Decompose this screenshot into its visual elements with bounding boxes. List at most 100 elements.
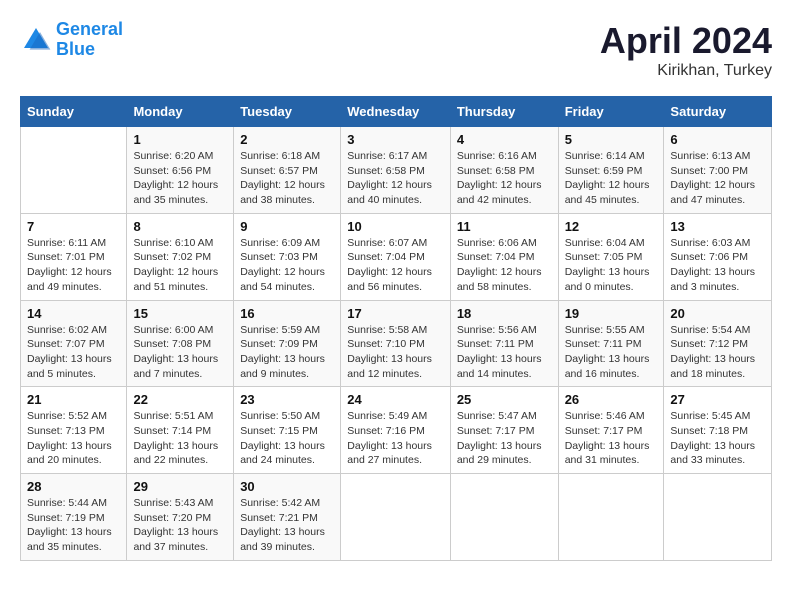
- day-info: Sunrise: 6:20 AM Sunset: 6:56 PM Dayligh…: [133, 149, 227, 208]
- calendar-cell: 24 Sunrise: 5:49 AM Sunset: 7:16 PM Dayli…: [341, 387, 451, 474]
- day-number: 17: [347, 306, 444, 321]
- day-info: Sunrise: 5:45 AM Sunset: 7:18 PM Dayligh…: [670, 409, 765, 468]
- calendar-cell: 17 Sunrise: 5:58 AM Sunset: 7:10 PM Dayli…: [341, 300, 451, 387]
- calendar-cell: 8Sunrise: 6:10 AM Sunset: 7:02 PM Daylig…: [127, 213, 234, 300]
- day-number: 29: [133, 479, 227, 494]
- calendar-cell: 25 Sunrise: 5:47 AM Sunset: 7:17 PM Dayli…: [450, 387, 558, 474]
- day-number: 24: [347, 392, 444, 407]
- day-info: Sunrise: 6:18 AM Sunset: 6:57 PM Dayligh…: [240, 149, 334, 208]
- day-number: 27: [670, 392, 765, 407]
- day-number: 13: [670, 219, 765, 234]
- logo-text: General Blue: [56, 20, 123, 60]
- day-number: 7: [27, 219, 120, 234]
- day-number: 21: [27, 392, 120, 407]
- logo-icon: [20, 24, 52, 56]
- calendar-cell: 21Sunrise: 5:52 AM Sunset: 7:13 PM Dayli…: [21, 387, 127, 474]
- calendar-cell: 1Sunrise: 6:20 AM Sunset: 6:56 PM Daylig…: [127, 127, 234, 214]
- calendar-cell: 28 Sunrise: 5:44 AM Sunset: 7:19 PM Dayli…: [21, 474, 127, 561]
- calendar-cell: 15 Sunrise: 6:00 AM Sunset: 7:08 PM Dayli…: [127, 300, 234, 387]
- calendar-cell: 26 Sunrise: 5:46 AM Sunset: 7:17 PM Dayli…: [558, 387, 664, 474]
- calendar-cell: 6 Sunrise: 6:13 AM Sunset: 7:00 PM Daylig…: [664, 127, 772, 214]
- day-info: Sunrise: 6:14 AM Sunset: 6:59 PM Dayligh…: [565, 149, 658, 208]
- location-title: Kirikhan, Turkey: [600, 62, 772, 80]
- day-number: 30: [240, 479, 334, 494]
- calendar-cell: 23 Sunrise: 5:50 AM Sunset: 7:15 PM Dayli…: [234, 387, 341, 474]
- day-info: Sunrise: 5:54 AM Sunset: 7:12 PM Dayligh…: [670, 323, 765, 382]
- day-info: Sunrise: 6:02 AM Sunset: 7:07 PM Dayligh…: [27, 323, 120, 382]
- calendar-week-row: 28 Sunrise: 5:44 AM Sunset: 7:19 PM Dayli…: [21, 474, 772, 561]
- day-number: 25: [457, 392, 552, 407]
- day-info: Sunrise: 5:59 AM Sunset: 7:09 PM Dayligh…: [240, 323, 334, 382]
- day-number: 12: [565, 219, 658, 234]
- day-info: Sunrise: 6:04 AM Sunset: 7:05 PM Dayligh…: [565, 236, 658, 295]
- calendar-cell: 10 Sunrise: 6:07 AM Sunset: 7:04 PM Dayli…: [341, 213, 451, 300]
- col-header-saturday: Saturday: [664, 97, 772, 127]
- calendar-week-row: 14 Sunrise: 6:02 AM Sunset: 7:07 PM Dayli…: [21, 300, 772, 387]
- calendar-week-row: 1Sunrise: 6:20 AM Sunset: 6:56 PM Daylig…: [21, 127, 772, 214]
- day-number: 16: [240, 306, 334, 321]
- col-header-friday: Friday: [558, 97, 664, 127]
- calendar-cell: 20 Sunrise: 5:54 AM Sunset: 7:12 PM Dayli…: [664, 300, 772, 387]
- calendar-cell: 11Sunrise: 6:06 AM Sunset: 7:04 PM Dayli…: [450, 213, 558, 300]
- calendar-cell: [450, 474, 558, 561]
- col-header-tuesday: Tuesday: [234, 97, 341, 127]
- calendar-cell: 13Sunrise: 6:03 AM Sunset: 7:06 PM Dayli…: [664, 213, 772, 300]
- day-info: Sunrise: 5:50 AM Sunset: 7:15 PM Dayligh…: [240, 409, 334, 468]
- day-number: 22: [133, 392, 227, 407]
- calendar-cell: 18 Sunrise: 5:56 AM Sunset: 7:11 PM Dayli…: [450, 300, 558, 387]
- calendar-week-row: 7 Sunrise: 6:11 AM Sunset: 7:01 PM Daylig…: [21, 213, 772, 300]
- calendar-cell: 19 Sunrise: 5:55 AM Sunset: 7:11 PM Dayli…: [558, 300, 664, 387]
- calendar-week-row: 21Sunrise: 5:52 AM Sunset: 7:13 PM Dayli…: [21, 387, 772, 474]
- col-header-sunday: Sunday: [21, 97, 127, 127]
- calendar-table: SundayMondayTuesdayWednesdayThursdayFrid…: [20, 96, 772, 561]
- day-number: 5: [565, 132, 658, 147]
- logo: General Blue: [20, 20, 123, 60]
- calendar-cell: 14 Sunrise: 6:02 AM Sunset: 7:07 PM Dayli…: [21, 300, 127, 387]
- day-info: Sunrise: 5:47 AM Sunset: 7:17 PM Dayligh…: [457, 409, 552, 468]
- day-info: Sunrise: 6:11 AM Sunset: 7:01 PM Dayligh…: [27, 236, 120, 295]
- day-info: Sunrise: 5:43 AM Sunset: 7:20 PM Dayligh…: [133, 496, 227, 555]
- calendar-cell: 22Sunrise: 5:51 AM Sunset: 7:14 PM Dayli…: [127, 387, 234, 474]
- calendar-cell: 27 Sunrise: 5:45 AM Sunset: 7:18 PM Dayli…: [664, 387, 772, 474]
- day-info: Sunrise: 6:10 AM Sunset: 7:02 PM Dayligh…: [133, 236, 227, 295]
- title-block: April 2024 Kirikhan, Turkey: [600, 20, 772, 80]
- day-info: Sunrise: 5:42 AM Sunset: 7:21 PM Dayligh…: [240, 496, 334, 555]
- col-header-monday: Monday: [127, 97, 234, 127]
- calendar-header-row: SundayMondayTuesdayWednesdayThursdayFrid…: [21, 97, 772, 127]
- day-number: 4: [457, 132, 552, 147]
- calendar-cell: 7 Sunrise: 6:11 AM Sunset: 7:01 PM Daylig…: [21, 213, 127, 300]
- day-number: 28: [27, 479, 120, 494]
- calendar-cell: 30 Sunrise: 5:42 AM Sunset: 7:21 PM Dayli…: [234, 474, 341, 561]
- day-number: 6: [670, 132, 765, 147]
- day-info: Sunrise: 5:55 AM Sunset: 7:11 PM Dayligh…: [565, 323, 658, 382]
- day-number: 26: [565, 392, 658, 407]
- day-info: Sunrise: 6:13 AM Sunset: 7:00 PM Dayligh…: [670, 149, 765, 208]
- day-number: 18: [457, 306, 552, 321]
- calendar-cell: 16 Sunrise: 5:59 AM Sunset: 7:09 PM Dayli…: [234, 300, 341, 387]
- day-number: 20: [670, 306, 765, 321]
- day-info: Sunrise: 5:58 AM Sunset: 7:10 PM Dayligh…: [347, 323, 444, 382]
- day-number: 9: [240, 219, 334, 234]
- day-info: Sunrise: 6:00 AM Sunset: 7:08 PM Dayligh…: [133, 323, 227, 382]
- calendar-cell: [558, 474, 664, 561]
- day-info: Sunrise: 6:06 AM Sunset: 7:04 PM Dayligh…: [457, 236, 552, 295]
- day-info: Sunrise: 6:16 AM Sunset: 6:58 PM Dayligh…: [457, 149, 552, 208]
- day-info: Sunrise: 6:07 AM Sunset: 7:04 PM Dayligh…: [347, 236, 444, 295]
- day-info: Sunrise: 5:49 AM Sunset: 7:16 PM Dayligh…: [347, 409, 444, 468]
- day-number: 2: [240, 132, 334, 147]
- day-info: Sunrise: 5:46 AM Sunset: 7:17 PM Dayligh…: [565, 409, 658, 468]
- calendar-cell: [341, 474, 451, 561]
- calendar-cell: [21, 127, 127, 214]
- day-number: 10: [347, 219, 444, 234]
- day-info: Sunrise: 5:44 AM Sunset: 7:19 PM Dayligh…: [27, 496, 120, 555]
- day-number: 15: [133, 306, 227, 321]
- day-number: 23: [240, 392, 334, 407]
- calendar-cell: 5 Sunrise: 6:14 AM Sunset: 6:59 PM Daylig…: [558, 127, 664, 214]
- day-number: 14: [27, 306, 120, 321]
- page-header: General Blue April 2024 Kirikhan, Turkey: [20, 20, 772, 80]
- calendar-cell: [664, 474, 772, 561]
- calendar-cell: 4 Sunrise: 6:16 AM Sunset: 6:58 PM Daylig…: [450, 127, 558, 214]
- day-info: Sunrise: 5:56 AM Sunset: 7:11 PM Dayligh…: [457, 323, 552, 382]
- day-info: Sunrise: 6:09 AM Sunset: 7:03 PM Dayligh…: [240, 236, 334, 295]
- day-number: 19: [565, 306, 658, 321]
